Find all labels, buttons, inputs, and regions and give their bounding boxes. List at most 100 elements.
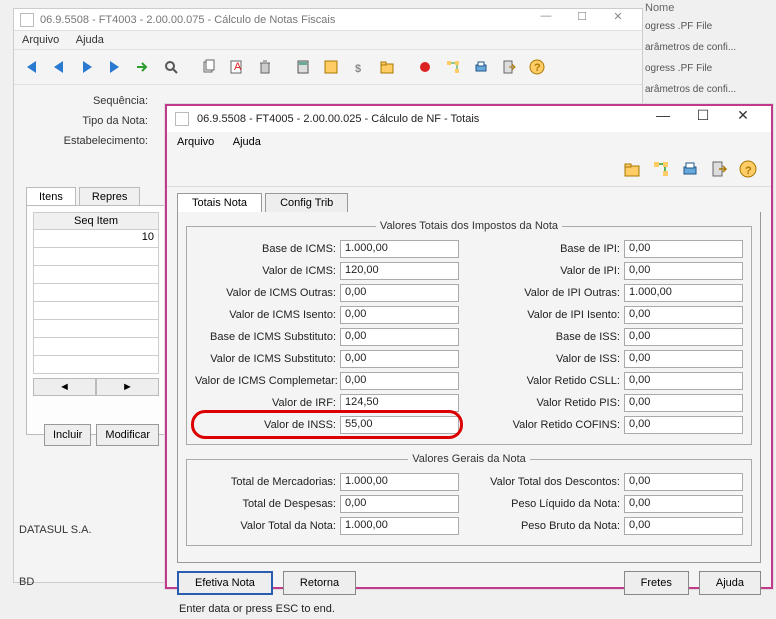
field-valor-iss[interactable]: 0,00 — [624, 350, 743, 368]
label-sequencia: Sequência: — [34, 95, 154, 107]
menu-ajuda[interactable]: Ajuda — [76, 34, 104, 46]
field-peso-bruto[interactable]: 0,00 — [624, 517, 743, 535]
field-tot-merc[interactable]: 1.000,00 — [340, 473, 459, 491]
label-icms-outras: Valor de ICMS Outras: — [195, 287, 340, 299]
scroll-right-icon[interactable]: ► — [96, 378, 159, 396]
print-icon[interactable] — [468, 54, 494, 80]
tab-config-trib[interactable]: Config Trib — [265, 193, 348, 212]
window-title: 06.9.5508 - FT4003 - 2.00.00.075 - Cálcu… — [40, 14, 528, 26]
field-valor-inss[interactable]: 55,00 — [340, 416, 459, 434]
retorna-button[interactable]: Retorna — [283, 571, 356, 595]
field-ret-pis[interactable]: 0,00 — [624, 394, 743, 412]
tab-repres[interactable]: Repres — [79, 187, 140, 206]
field-valor-ipi[interactable]: 0,00 — [624, 262, 743, 280]
next-icon[interactable] — [74, 54, 100, 80]
field-valor-irf[interactable]: 124,50 — [340, 394, 459, 412]
footer-bd: BD — [19, 576, 92, 588]
field-peso-liq[interactable]: 0,00 — [624, 495, 743, 513]
menu-arquivo[interactable]: Arquivo — [22, 34, 59, 46]
toolbar-fg: ? — [167, 152, 771, 187]
prev-icon[interactable] — [46, 54, 72, 80]
seq-cell-empty[interactable] — [33, 356, 159, 374]
close-button[interactable]: ✕ — [723, 107, 763, 131]
maximize-button[interactable]: ☐ — [683, 107, 723, 131]
titlebar[interactable]: 06.9.5508 - FT4003 - 2.00.00.075 - Cálcu… — [14, 9, 642, 31]
delete-icon[interactable] — [252, 54, 278, 80]
field-base-iss[interactable]: 0,00 — [624, 328, 743, 346]
titlebar-fg[interactable]: 06.9.5508 - FT4005 - 2.00.00.025 - Cálcu… — [167, 106, 771, 132]
svg-text:?: ? — [534, 62, 541, 74]
tree-icon[interactable] — [440, 54, 466, 80]
field-base-ipi[interactable]: 0,00 — [624, 240, 743, 258]
label-ret-csll: Valor Retido CSLL: — [479, 375, 624, 387]
folder-icon[interactable] — [374, 54, 400, 80]
fretes-button[interactable]: Fretes — [624, 571, 689, 595]
first-icon[interactable] — [18, 54, 44, 80]
menu-arquivo[interactable]: Arquivo — [177, 136, 214, 148]
seq-cell-empty[interactable] — [33, 320, 159, 338]
field-ipi-isento[interactable]: 0,00 — [624, 306, 743, 324]
footer-company: DATASUL S.A. — [19, 524, 92, 536]
exit-icon[interactable] — [706, 156, 732, 182]
field-ret-csll[interactable]: 0,00 — [624, 372, 743, 390]
money-icon[interactable]: $ — [346, 54, 372, 80]
label-valor-irf: Valor de IRF: — [195, 397, 340, 409]
field-ret-cofins[interactable]: 0,00 — [624, 416, 743, 434]
scroll-left-icon[interactable]: ◄ — [33, 378, 96, 396]
field-tot-desp[interactable]: 0,00 — [340, 495, 459, 513]
label-valor-icms: Valor de ICMS: — [195, 265, 340, 277]
efetiva-nota-button[interactable]: Efetiva Nota — [177, 571, 273, 595]
menubar: Arquivo Ajuda — [14, 31, 642, 49]
file-type: ogress .PF File — [645, 63, 712, 74]
edit-icon[interactable]: A — [224, 54, 250, 80]
tab-totais-nota[interactable]: Totais Nota — [177, 193, 262, 212]
calc-icon[interactable] — [290, 54, 316, 80]
group-gerais: Valores Gerais da Nota Total de Mercador… — [186, 453, 752, 546]
seq-cell-empty[interactable] — [33, 338, 159, 356]
maximize-button[interactable]: ☐ — [564, 10, 600, 30]
label-valor-ipi: Valor de IPI: — [479, 265, 624, 277]
legend-impostos: Valores Totais dos Impostos da Nota — [376, 220, 562, 232]
close-button[interactable]: ✕ — [600, 10, 636, 30]
label-val-total: Valor Total da Nota: — [195, 520, 340, 532]
folder-icon[interactable] — [619, 156, 645, 182]
form-icon[interactable] — [318, 54, 344, 80]
label-ret-pis: Valor Retido PIS: — [479, 397, 624, 409]
seq-cell-empty[interactable] — [33, 284, 159, 302]
app-icon — [20, 13, 34, 27]
field-icms-outras[interactable]: 0,00 — [340, 284, 459, 302]
menu-ajuda[interactable]: Ajuda — [233, 136, 261, 148]
field-valor-icms-sub[interactable]: 0,00 — [340, 350, 459, 368]
bug-icon[interactable] — [412, 54, 438, 80]
incluir-button[interactable]: Incluir — [44, 424, 91, 446]
print-icon[interactable] — [677, 156, 703, 182]
field-base-icms-sub[interactable]: 0,00 — [340, 328, 459, 346]
search-icon[interactable] — [158, 54, 184, 80]
exit-icon[interactable] — [496, 54, 522, 80]
field-val-total[interactable]: 1.000,00 — [340, 517, 459, 535]
field-icms-compl[interactable]: 0,00 — [340, 372, 459, 390]
group-impostos: Valores Totais dos Impostos da Nota Base… — [186, 220, 752, 445]
seq-cell[interactable]: 10 — [33, 230, 159, 248]
minimize-button[interactable]: — — [528, 10, 564, 30]
ajuda-button[interactable]: Ajuda — [699, 571, 761, 595]
label-base-ipi: Base de IPI: — [479, 243, 624, 255]
help-icon[interactable]: ? — [524, 54, 550, 80]
field-icms-isento[interactable]: 0,00 — [340, 306, 459, 324]
tab-itens[interactable]: Itens — [26, 187, 76, 206]
field-base-icms[interactable]: 1.000,00 — [340, 240, 459, 258]
goto-icon[interactable] — [130, 54, 156, 80]
copy-icon[interactable] — [196, 54, 222, 80]
seq-cell-empty[interactable] — [33, 302, 159, 320]
seq-header: Seq Item — [33, 212, 159, 230]
field-val-desc[interactable]: 0,00 — [624, 473, 743, 491]
modificar-button[interactable]: Modificar — [96, 424, 159, 446]
field-ipi-outras[interactable]: 1.000,00 — [624, 284, 743, 302]
help-icon[interactable]: ? — [735, 156, 761, 182]
tree-icon[interactable] — [648, 156, 674, 182]
field-valor-icms[interactable]: 120,00 — [340, 262, 459, 280]
seq-cell-empty[interactable] — [33, 248, 159, 266]
seq-cell-empty[interactable] — [33, 266, 159, 284]
last-icon[interactable] — [102, 54, 128, 80]
minimize-button[interactable]: — — [643, 107, 683, 131]
